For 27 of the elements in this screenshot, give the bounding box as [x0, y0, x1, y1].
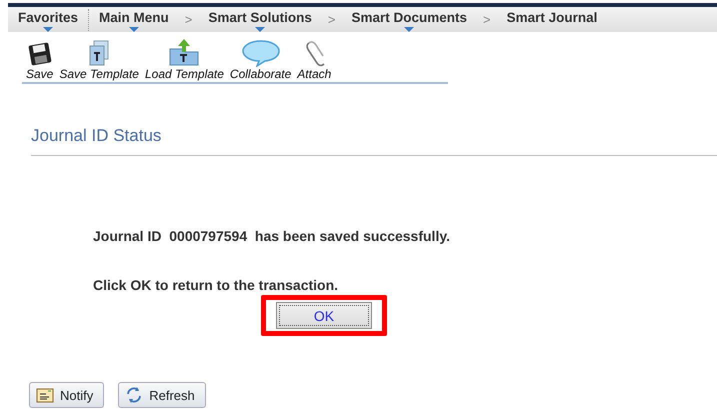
caret-icon: [128, 27, 139, 32]
toolbar-button[interactable]: Load Template: [144, 37, 224, 81]
breadcrumb-separator: >: [328, 12, 336, 27]
caret-icon: [404, 27, 414, 32]
toolbar-button[interactable]: Attach: [297, 37, 332, 81]
ok-button[interactable]: OK: [276, 302, 372, 329]
caret-icon: [255, 27, 266, 32]
menu-link[interactable]: Smart Solutions: [204, 7, 316, 32]
toolbar-button[interactable]: Collaborate: [230, 39, 292, 81]
note-icon: [36, 388, 54, 402]
page-title: Journal ID Status: [31, 126, 717, 156]
notify-button[interactable]: Notify: [29, 382, 104, 408]
speech-bubble-icon: [240, 39, 281, 67]
breadcrumb-separator: >: [184, 12, 192, 27]
caret-icon: [43, 27, 54, 32]
toolbar-button[interactable]: Save: [26, 41, 54, 81]
refresh-icon: [125, 386, 144, 404]
status-message: Journal ID 0000797594 has been saved successfully.: [93, 228, 451, 244]
menu-link[interactable]: Favorites: [14, 7, 82, 32]
menu-link[interactable]: Main Menu: [95, 7, 173, 32]
refresh-button[interactable]: Refresh: [118, 382, 206, 408]
instruction-text: Click OK to return to the transaction.: [93, 277, 340, 293]
breadcrumb-separator: >: [483, 12, 491, 27]
menu-link[interactable]: Smart Journal: [502, 7, 602, 32]
toolbar-button[interactable]: Save Template: [59, 39, 139, 81]
menu-link[interactable]: Smart Documents: [347, 7, 472, 32]
document-upload-icon: [167, 37, 202, 67]
